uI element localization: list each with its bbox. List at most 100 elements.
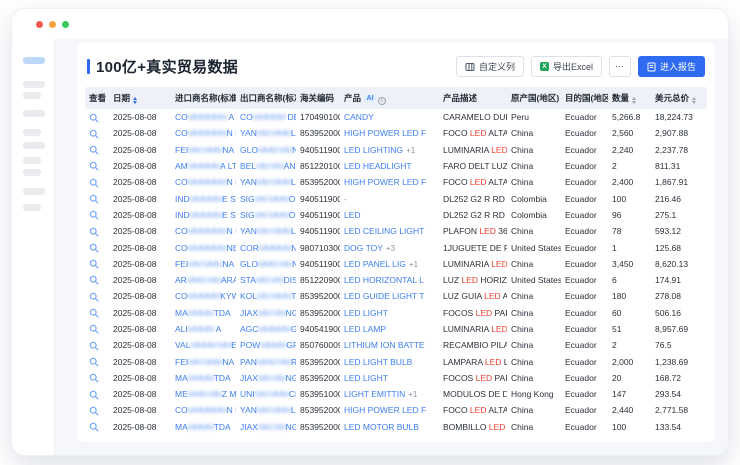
product-more-badge[interactable]: +1	[408, 390, 417, 399]
sidebar-item-active[interactable]	[23, 57, 45, 64]
product-link[interactable]: DOG TOY	[344, 243, 383, 253]
cell-exp[interactable]: JIAXMM MMNGT...	[236, 305, 296, 321]
exporter-link[interactable]: JIAXMM MMNGT...	[240, 422, 296, 432]
cell-view[interactable]	[85, 337, 109, 353]
magnifier-icon[interactable]	[89, 144, 99, 154]
cell-product[interactable]: LIGHT EMITTIN+1	[340, 386, 439, 402]
magnifier-icon[interactable]	[89, 242, 99, 252]
cell-imp[interactable]: FEIMM MMMNA ...	[171, 142, 236, 158]
magnifier-icon[interactable]	[89, 258, 99, 268]
cell-product[interactable]: LED CEILING LIGHT	[340, 223, 439, 239]
exporter-link[interactable]: COMMMMM DEL ...	[240, 112, 296, 122]
cell-exp[interactable]: YANMM MMML LI...	[236, 402, 296, 418]
cell-imp[interactable]: FEIMM MMMNA ...	[171, 353, 236, 369]
cell-view[interactable]	[85, 256, 109, 272]
magnifier-icon[interactable]	[89, 405, 99, 415]
product-link[interactable]: LED LAMP	[344, 324, 386, 334]
magnifier-icon[interactable]	[89, 356, 99, 366]
sort-icon[interactable]	[632, 97, 636, 104]
magnifier-icon[interactable]	[89, 324, 99, 334]
cell-exp[interactable]: STAMM MMDIST...	[236, 272, 296, 288]
cell-view[interactable]	[85, 353, 109, 369]
cell-view[interactable]	[85, 190, 109, 206]
column-header-qty[interactable]: 数量	[608, 87, 651, 109]
column-header-exp[interactable]: 出口商名称(标准)	[236, 87, 296, 109]
exporter-link[interactable]: SIGMM MMMOMB...	[240, 194, 296, 204]
cell-exp[interactable]: SIGMM MMMOMB...	[236, 190, 296, 206]
enter-report-button[interactable]: 进入报告	[638, 56, 705, 77]
exporter-link[interactable]: YANMM MMML LI...	[240, 128, 296, 138]
importer-link[interactable]: FEIMM MMMNA ...	[175, 145, 236, 155]
cell-exp[interactable]: YANMM MMML LI...	[236, 125, 296, 141]
importer-link[interactable]: FEIMM MMMNA ...	[175, 357, 236, 367]
product-link[interactable]: HIGH POWER LED F	[344, 128, 426, 138]
sidebar-item-placeholder[interactable]	[23, 142, 45, 149]
product-link[interactable]: LED HORIZONTAL L	[344, 275, 424, 285]
exporter-link[interactable]: GLOMMM MMNT ...	[240, 145, 296, 155]
product-more-badge[interactable]: +1	[406, 146, 415, 155]
cell-view[interactable]	[85, 288, 109, 304]
exporter-link[interactable]: KOLMM MMMTS	[240, 291, 296, 301]
cell-exp[interactable]: AGCMMMMMG C...	[236, 321, 296, 337]
cell-imp[interactable]: COMMMMMMN E...	[171, 174, 236, 190]
exporter-link[interactable]: BELMM MMAND...	[240, 161, 296, 171]
export-more-button[interactable]: ⋯	[609, 56, 631, 77]
cell-product[interactable]: LED LIGHT BULB	[340, 353, 439, 369]
cell-view[interactable]	[85, 402, 109, 418]
importer-link[interactable]: COMMMMMM A	[175, 112, 234, 122]
magnifier-icon[interactable]	[89, 193, 99, 203]
sidebar-item-placeholder[interactable]	[23, 204, 41, 211]
exporter-link[interactable]: JIAXMM MMNGT...	[240, 373, 296, 383]
product-link[interactable]: LED MOTOR BULB	[344, 422, 419, 432]
cell-view[interactable]	[85, 158, 109, 174]
cell-product[interactable]: LED HEADLIGHT	[340, 158, 439, 174]
cell-view[interactable]	[85, 142, 109, 158]
cell-imp[interactable]: COMMMMMMNES...	[171, 239, 236, 255]
product-link[interactable]: LED GUIDE LIGHT T	[344, 291, 424, 301]
cell-view[interactable]	[85, 125, 109, 141]
sidebar-item-placeholder[interactable]	[23, 110, 45, 117]
cell-exp[interactable]: CORMMMMMNES...	[236, 239, 296, 255]
product-link[interactable]: CANDY	[344, 112, 374, 122]
cell-view[interactable]	[85, 207, 109, 223]
importer-link[interactable]: FEIMM MMMNA ...	[175, 259, 236, 269]
cell-product[interactable]: LED LIGHT	[340, 370, 439, 386]
exporter-link[interactable]: STAMM MMDIST...	[240, 275, 296, 285]
cell-product[interactable]: LED LIGHT	[340, 305, 439, 321]
importer-link[interactable]: VALMMMM MMEDR...	[175, 340, 236, 350]
sidebar-item-placeholder[interactable]	[23, 157, 41, 164]
product-link[interactable]: LIGHT EMITTIN	[344, 389, 405, 399]
cell-product[interactable]: LED GUIDE LIGHT T	[340, 288, 439, 304]
close-button[interactable]	[36, 21, 43, 28]
cell-imp[interactable]: COMMMMMM A	[171, 109, 236, 125]
magnifier-icon[interactable]	[89, 291, 99, 301]
cell-exp[interactable]: BELMM MMAND...	[236, 158, 296, 174]
product-more-badge[interactable]: +3	[386, 244, 395, 253]
cell-product[interactable]: LED MOTOR BULB	[340, 419, 439, 435]
importer-link[interactable]: COMMMMMMNES...	[175, 243, 236, 253]
magnifier-icon[interactable]	[89, 210, 99, 220]
cell-view[interactable]	[85, 321, 109, 337]
cell-imp[interactable]: MEMMM MMZ M...	[171, 386, 236, 402]
importer-link[interactable]: MAMMMMTDA	[175, 422, 231, 432]
product-link[interactable]: LED HEADLIGHT	[344, 161, 412, 171]
cell-view[interactable]	[85, 305, 109, 321]
importer-link[interactable]: ALIMMMM A	[175, 324, 221, 334]
importer-link[interactable]: INDMMMMME SIS...	[175, 194, 236, 204]
cell-product[interactable]: LED LAMP	[340, 321, 439, 337]
exporter-link[interactable]: SIGMM MMMOMB...	[240, 210, 296, 220]
product-link[interactable]: LED CEILING LIGHT	[344, 226, 424, 236]
cell-product[interactable]: -	[340, 190, 439, 206]
cell-imp[interactable]: FEIMM MMMNA ...	[171, 256, 236, 272]
product-link[interactable]: LED LIGHT	[344, 373, 388, 383]
cell-product[interactable]: DOG TOY+3	[340, 239, 439, 255]
export-excel-button[interactable]: X 导出Excel	[531, 56, 602, 77]
cell-product[interactable]: LED	[340, 207, 439, 223]
magnifier-icon[interactable]	[89, 421, 99, 431]
cell-view[interactable]	[85, 419, 109, 435]
cell-product[interactable]: HIGH POWER LED F	[340, 125, 439, 141]
magnifier-icon[interactable]	[89, 161, 99, 171]
importer-link[interactable]: AMMMMMMA LTDA	[175, 161, 236, 171]
cell-exp[interactable]: YANMM MMML LI...	[236, 223, 296, 239]
info-icon[interactable]: i	[378, 97, 386, 105]
